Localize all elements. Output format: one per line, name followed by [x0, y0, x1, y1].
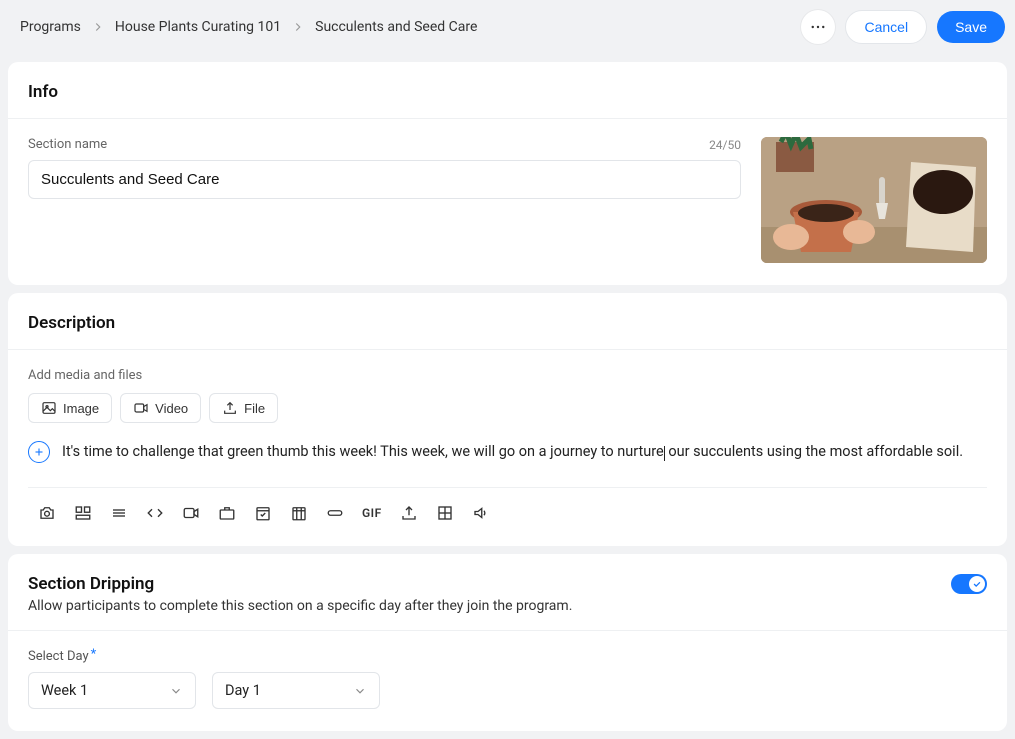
- description-card: Description Add media and files Image Vi…: [8, 293, 1007, 546]
- video-icon: [133, 400, 149, 416]
- video-embed-icon[interactable]: [182, 504, 200, 522]
- breadcrumb-programs[interactable]: Programs: [20, 19, 81, 35]
- toggle-knob: [969, 576, 985, 592]
- briefcase-icon[interactable]: [218, 504, 236, 522]
- calendar-icon[interactable]: [290, 504, 308, 522]
- dripping-title: Section Dripping: [28, 574, 572, 594]
- section-thumbnail[interactable]: [761, 137, 987, 263]
- more-horizontal-icon: [809, 18, 827, 36]
- media-label: Add media and files: [28, 368, 987, 383]
- add-file-label: File: [244, 401, 265, 416]
- volume-icon[interactable]: [472, 504, 490, 522]
- code-icon[interactable]: [146, 504, 164, 522]
- divider-icon[interactable]: [110, 504, 128, 522]
- editor-toolbar: GIF: [28, 502, 987, 524]
- calendar-check-icon[interactable]: [254, 504, 272, 522]
- week-select-value: Week 1: [41, 682, 88, 699]
- description-text-before: It's time to challenge that green thumb …: [62, 443, 664, 460]
- breadcrumb-parent[interactable]: House Plants Curating 101: [115, 19, 281, 35]
- add-video-label: Video: [155, 401, 188, 416]
- cancel-button[interactable]: Cancel: [845, 10, 927, 44]
- plus-icon: [33, 446, 45, 458]
- breadcrumb: Programs House Plants Curating 101 Succu…: [20, 19, 477, 35]
- add-file-button[interactable]: File: [209, 393, 278, 423]
- info-title: Info: [28, 82, 987, 102]
- add-image-label: Image: [63, 401, 99, 416]
- dripping-card: Section Dripping Allow participants to c…: [8, 554, 1007, 731]
- more-button[interactable]: [801, 10, 835, 44]
- grid-icon[interactable]: [436, 504, 454, 522]
- description-text-after: our succulents using the most affordable…: [665, 443, 963, 460]
- select-day-label: Select Day*: [28, 649, 987, 664]
- section-name-input[interactable]: [28, 160, 741, 199]
- week-select[interactable]: Week 1: [28, 672, 196, 709]
- upload-toolbar-icon[interactable]: [400, 504, 418, 522]
- dripping-desc: Allow participants to complete this sect…: [28, 598, 572, 614]
- chevron-down-icon: [169, 684, 183, 698]
- breadcrumb-current: Succulents and Seed Care: [315, 19, 477, 35]
- add-video-button[interactable]: Video: [120, 393, 201, 423]
- section-name-label: Section name: [28, 137, 107, 152]
- dripping-toggle[interactable]: [951, 574, 987, 594]
- chevron-down-icon: [353, 684, 367, 698]
- save-button[interactable]: Save: [937, 11, 1005, 43]
- description-title: Description: [28, 313, 987, 333]
- gif-button[interactable]: GIF: [362, 506, 382, 520]
- upload-icon: [222, 400, 238, 416]
- day-select[interactable]: Day 1: [212, 672, 380, 709]
- chevron-right-icon: [291, 20, 305, 34]
- check-icon: [972, 579, 982, 589]
- day-select-value: Day 1: [225, 682, 261, 699]
- chevron-right-icon: [91, 20, 105, 34]
- info-card: Info Section name 24/50: [8, 62, 1007, 285]
- section-name-counter: 24/50: [709, 138, 741, 152]
- pill-icon[interactable]: [326, 504, 344, 522]
- add-block-button[interactable]: [28, 441, 50, 463]
- divider: [28, 487, 987, 488]
- layout-icon[interactable]: [74, 504, 92, 522]
- description-editor[interactable]: It's time to challenge that green thumb …: [62, 441, 963, 463]
- add-image-button[interactable]: Image: [28, 393, 112, 423]
- camera-icon[interactable]: [38, 504, 56, 522]
- image-icon: [41, 400, 57, 416]
